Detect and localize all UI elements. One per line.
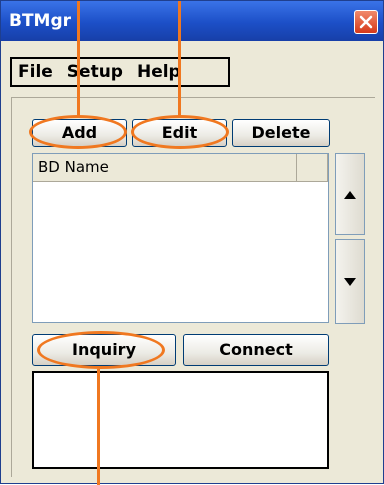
btmgr-window: BTMgr File Setup Help Add Edit Delete BD… <box>0 0 384 485</box>
inquiry-button[interactable]: Inquiry <box>32 334 176 366</box>
arrow-down-icon <box>344 278 356 286</box>
close-icon <box>359 15 373 29</box>
arrow-up-icon <box>344 191 356 199</box>
edit-button[interactable]: Edit <box>132 119 227 147</box>
column-header-extra[interactable] <box>297 154 328 181</box>
menu-bar: File Setup Help <box>10 57 230 87</box>
menu-help[interactable]: Help <box>131 59 189 85</box>
window-title: BTMgr <box>9 11 72 31</box>
output-area[interactable] <box>32 371 329 469</box>
column-header-bd-name[interactable]: BD Name <box>33 154 297 181</box>
add-button[interactable]: Add <box>32 119 127 147</box>
delete-button[interactable]: Delete <box>232 119 330 147</box>
list-header: BD Name <box>33 154 328 182</box>
device-list[interactable]: BD Name <box>32 153 329 323</box>
title-bar[interactable]: BTMgr <box>1 1 383 41</box>
menu-file[interactable]: File <box>12 59 61 85</box>
scroll-down-button[interactable] <box>335 239 365 324</box>
connect-button[interactable]: Connect <box>183 334 329 366</box>
close-button[interactable] <box>354 10 378 34</box>
scroll-up-button[interactable] <box>335 153 365 235</box>
menu-setup[interactable]: Setup <box>61 59 131 85</box>
